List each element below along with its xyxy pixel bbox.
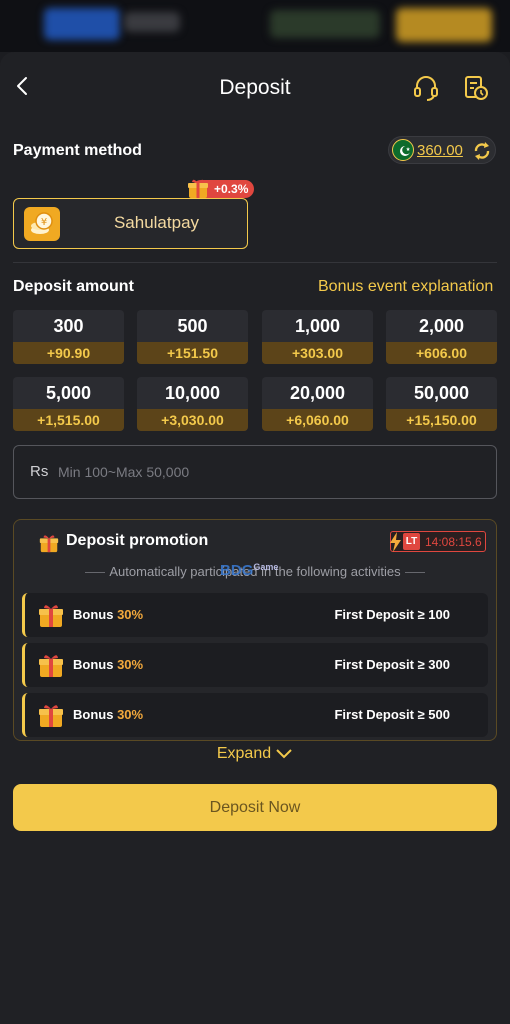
watermark-text: BDG (220, 562, 254, 579)
rate-badge-label: +0.3% (214, 182, 249, 196)
history-button[interactable] (462, 74, 490, 102)
bonus-text: Bonus (73, 657, 114, 672)
amount-input-box: Rs (13, 445, 497, 499)
timer-tag: LT (403, 533, 420, 550)
amount-bonus: +606.00 (386, 342, 497, 364)
amount-bonus: +303.00 (262, 342, 373, 364)
amount-bonus: +6,060.00 (262, 409, 373, 431)
history-icon (465, 76, 488, 100)
payment-method-sahulatpay[interactable]: ¥ Sahulatpay (13, 198, 248, 249)
amount-bonus: +3,030.00 (137, 409, 248, 431)
amount-bonus: +15,150.00 (386, 409, 497, 431)
deposit-amount-title: Deposit amount (13, 278, 134, 295)
promotion-row[interactable]: Bonus 30% First Deposit ≥ 300 (22, 643, 488, 687)
divider (13, 262, 497, 263)
bonus-text: Bonus (73, 707, 114, 722)
promotion-row[interactable]: Bonus 30% First Deposit ≥ 500 (22, 693, 488, 737)
deposit-promotion-panel: Deposit promotion LT 14:08:15.6 Automati… (13, 519, 497, 741)
chevron-down-icon (276, 749, 292, 759)
amount-option[interactable]: 2,000 +606.00 (386, 310, 497, 364)
bonus-percent: 30% (117, 707, 144, 722)
promotion-row-condition: First Deposit ≥ 100 (334, 607, 450, 622)
countdown-timer: LT 14:08:15.6 (390, 531, 486, 552)
dash-right (404, 572, 425, 574)
amount-option[interactable]: 500 +151.50 (137, 310, 248, 364)
payment-method-title: Payment method (13, 142, 142, 159)
background-top-bar (0, 0, 510, 52)
amount-bonus: +151.50 (137, 342, 248, 364)
lightning-icon (390, 532, 401, 552)
balance-value: 360.00 (417, 142, 463, 159)
bonus-percent: 30% (117, 607, 144, 622)
amount-bonus: +90.90 (13, 342, 124, 364)
amount-value: 500 (177, 316, 208, 336)
gift-icon (39, 705, 63, 727)
amount-option[interactable]: 5,000 +1,515.00 (13, 377, 124, 431)
bonus-percent: 30% (117, 657, 144, 672)
amount-option[interactable]: 50,000 +15,150.00 (386, 377, 497, 431)
amount-value: 50,000 (413, 383, 470, 403)
gift-icon (188, 179, 208, 198)
header: Deposit (0, 52, 510, 124)
amount-option[interactable]: 20,000 +6,060.00 (262, 377, 373, 431)
blurred-text (124, 12, 180, 32)
gift-icon (39, 655, 63, 677)
bonus-event-explanation-link[interactable]: Bonus event explanation (318, 278, 493, 296)
refresh-icon (474, 142, 490, 160)
promotion-row[interactable]: Bonus 30% First Deposit ≥ 100 (22, 593, 488, 637)
blurred-button (396, 8, 492, 42)
amount-value: 10,000 (164, 383, 221, 403)
support-button[interactable] (412, 74, 440, 102)
amount-option[interactable]: 300 +90.90 (13, 310, 124, 364)
amount-value: 300 (53, 316, 84, 336)
expand-button[interactable]: Expand (0, 745, 510, 763)
amount-bonus: +1,515.00 (13, 409, 124, 431)
gift-icon (39, 535, 59, 553)
promotion-title: Deposit promotion (66, 532, 209, 549)
expand-label: Expand (216, 745, 272, 762)
pakistan-flag-icon (392, 139, 414, 161)
coin-icon: ¥ (24, 207, 60, 241)
gift-icon (39, 605, 63, 627)
promotion-row-label: Bonus 30% (73, 707, 143, 722)
amount-value: 2,000 (418, 316, 465, 336)
bonus-text: Bonus (73, 607, 114, 622)
headset-icon (414, 76, 438, 101)
refresh-button[interactable] (471, 140, 493, 162)
currency-prefix: Rs (30, 463, 49, 480)
amount-value: 1,000 (294, 316, 341, 336)
rate-badge: +0.3% (188, 179, 255, 198)
promotion-row-label: Bonus 30% (73, 657, 143, 672)
blurred-logo (44, 8, 120, 40)
amount-value: 20,000 (289, 383, 346, 403)
svg-text:¥: ¥ (41, 217, 47, 228)
deposit-now-button[interactable]: Deposit Now (13, 784, 497, 831)
promotion-row-label: Bonus 30% (73, 607, 143, 622)
timer-value: 14:08:15.6 (425, 535, 482, 549)
promotion-row-condition: First Deposit ≥ 300 (334, 657, 450, 672)
amount-value: 5,000 (45, 383, 92, 403)
watermark-small-text: Game (253, 562, 279, 572)
dash-left (85, 572, 106, 574)
watermark-logo: BDGGame (220, 562, 278, 579)
amount-option[interactable]: 10,000 +3,030.00 (137, 377, 248, 431)
amount-input[interactable] (58, 456, 478, 488)
blurred-balance (270, 10, 380, 38)
amount-option[interactable]: 1,000 +303.00 (262, 310, 373, 364)
payment-method-name: Sahulatpay (113, 213, 200, 232)
balance-pill: 360.00 (388, 136, 496, 164)
deposit-sheet: Deposit Payment method 360.00 ¥ Sahulatp… (0, 52, 510, 1024)
promotion-row-condition: First Deposit ≥ 500 (334, 707, 450, 722)
